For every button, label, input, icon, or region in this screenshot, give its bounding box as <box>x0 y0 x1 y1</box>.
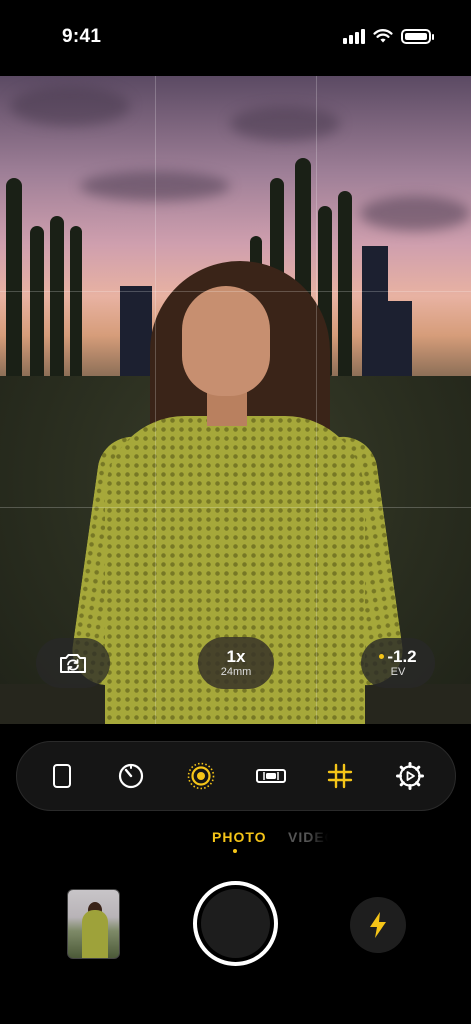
status-bar: 9:41 <box>0 0 471 76</box>
building <box>120 286 152 376</box>
shutter-inner <box>201 889 270 958</box>
last-photo-thumbnail[interactable] <box>67 889 120 959</box>
thumbnail-subject <box>82 910 108 958</box>
battery-icon <box>401 28 434 44</box>
exposure-value: -1.2 <box>387 646 417 666</box>
grid-line <box>155 76 156 724</box>
grid-line <box>316 76 317 724</box>
subject-face <box>182 286 270 396</box>
level-button[interactable] <box>251 756 291 796</box>
exposure-button[interactable]: -1.2 EV <box>361 638 435 688</box>
timer-button[interactable] <box>111 756 151 796</box>
live-photo-icon <box>187 762 215 790</box>
settings-button[interactable] <box>390 756 430 796</box>
flash-icon <box>370 912 386 938</box>
cactus <box>6 178 22 388</box>
flip-camera-button[interactable] <box>36 638 110 688</box>
cactus <box>338 191 352 381</box>
status-icons <box>343 28 434 44</box>
mode-switcher: PHOTO VIDEO <box>0 826 471 856</box>
portrait-frame-icon <box>52 764 71 788</box>
camera-viewfinder[interactable] <box>0 76 471 724</box>
exposure-value-row: -1.2 <box>379 646 417 666</box>
shutter-button[interactable] <box>193 881 278 966</box>
cactus <box>70 226 82 386</box>
cactus <box>50 216 64 386</box>
zoom-value: 1x <box>226 646 246 666</box>
building <box>388 301 412 376</box>
focal-length-label: 24mm <box>220 665 252 678</box>
flash-button[interactable] <box>350 897 406 953</box>
selected-mode-indicator <box>233 849 237 853</box>
wifi-icon <box>373 29 393 43</box>
gear-icon <box>396 762 425 790</box>
zoom-button[interactable]: 1x 24mm <box>198 637 274 689</box>
grid-button[interactable] <box>320 756 360 796</box>
cloud <box>10 86 130 126</box>
grid-line <box>0 507 471 508</box>
level-icon <box>255 769 286 783</box>
exposure-label: EV <box>390 665 406 678</box>
cellular-signal-icon <box>343 28 365 44</box>
cloud <box>230 106 340 141</box>
mode-photo[interactable]: PHOTO <box>212 829 267 845</box>
live-photo-button[interactable] <box>181 756 221 796</box>
timer-icon <box>119 763 144 789</box>
grid-icon <box>328 763 353 789</box>
camera-toolbar <box>16 741 456 811</box>
aspect-ratio-button[interactable] <box>42 756 82 796</box>
mode-video[interactable]: VIDEO <box>288 829 328 845</box>
exposure-indicator-icon <box>379 654 385 659</box>
status-time: 9:41 <box>62 26 102 47</box>
cloud <box>360 196 470 231</box>
building <box>362 246 388 376</box>
cactus <box>30 226 44 386</box>
grid-line <box>0 291 471 292</box>
camera-flip-icon <box>60 654 86 673</box>
